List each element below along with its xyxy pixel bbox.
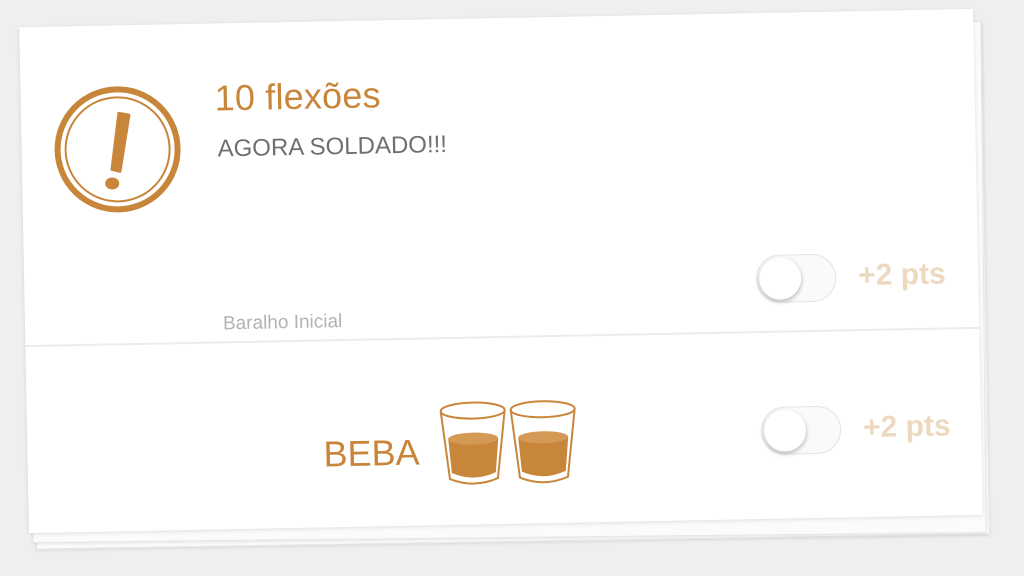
drink-toggle[interactable] [760, 405, 842, 456]
drink-label: BEBA [323, 431, 420, 475]
points-toggle[interactable] [755, 253, 837, 304]
card-subtitle: AGORA SOLDADO!!! [217, 131, 448, 163]
challenge-card: 10 flexões AGORA SOLDADO!!! +2 pts Baral… [19, 8, 983, 534]
deck-name: Baralho Inicial [222, 311, 343, 335]
two-shot-glasses-icon [439, 400, 576, 485]
toggle-knob [758, 257, 802, 301]
exclamation-circle-icon [54, 86, 181, 213]
card-title: 10 flexões [214, 74, 382, 119]
drink-points-label: +2 pts [862, 409, 951, 445]
screen: 10 flexões AGORA SOLDADO!!! +2 pts Baral… [0, 0, 1024, 576]
card-top-section: 10 flexões AGORA SOLDADO!!! +2 pts Baral… [19, 8, 980, 348]
points-label: +2 pts [857, 257, 947, 293]
toggle-knob [763, 409, 807, 452]
